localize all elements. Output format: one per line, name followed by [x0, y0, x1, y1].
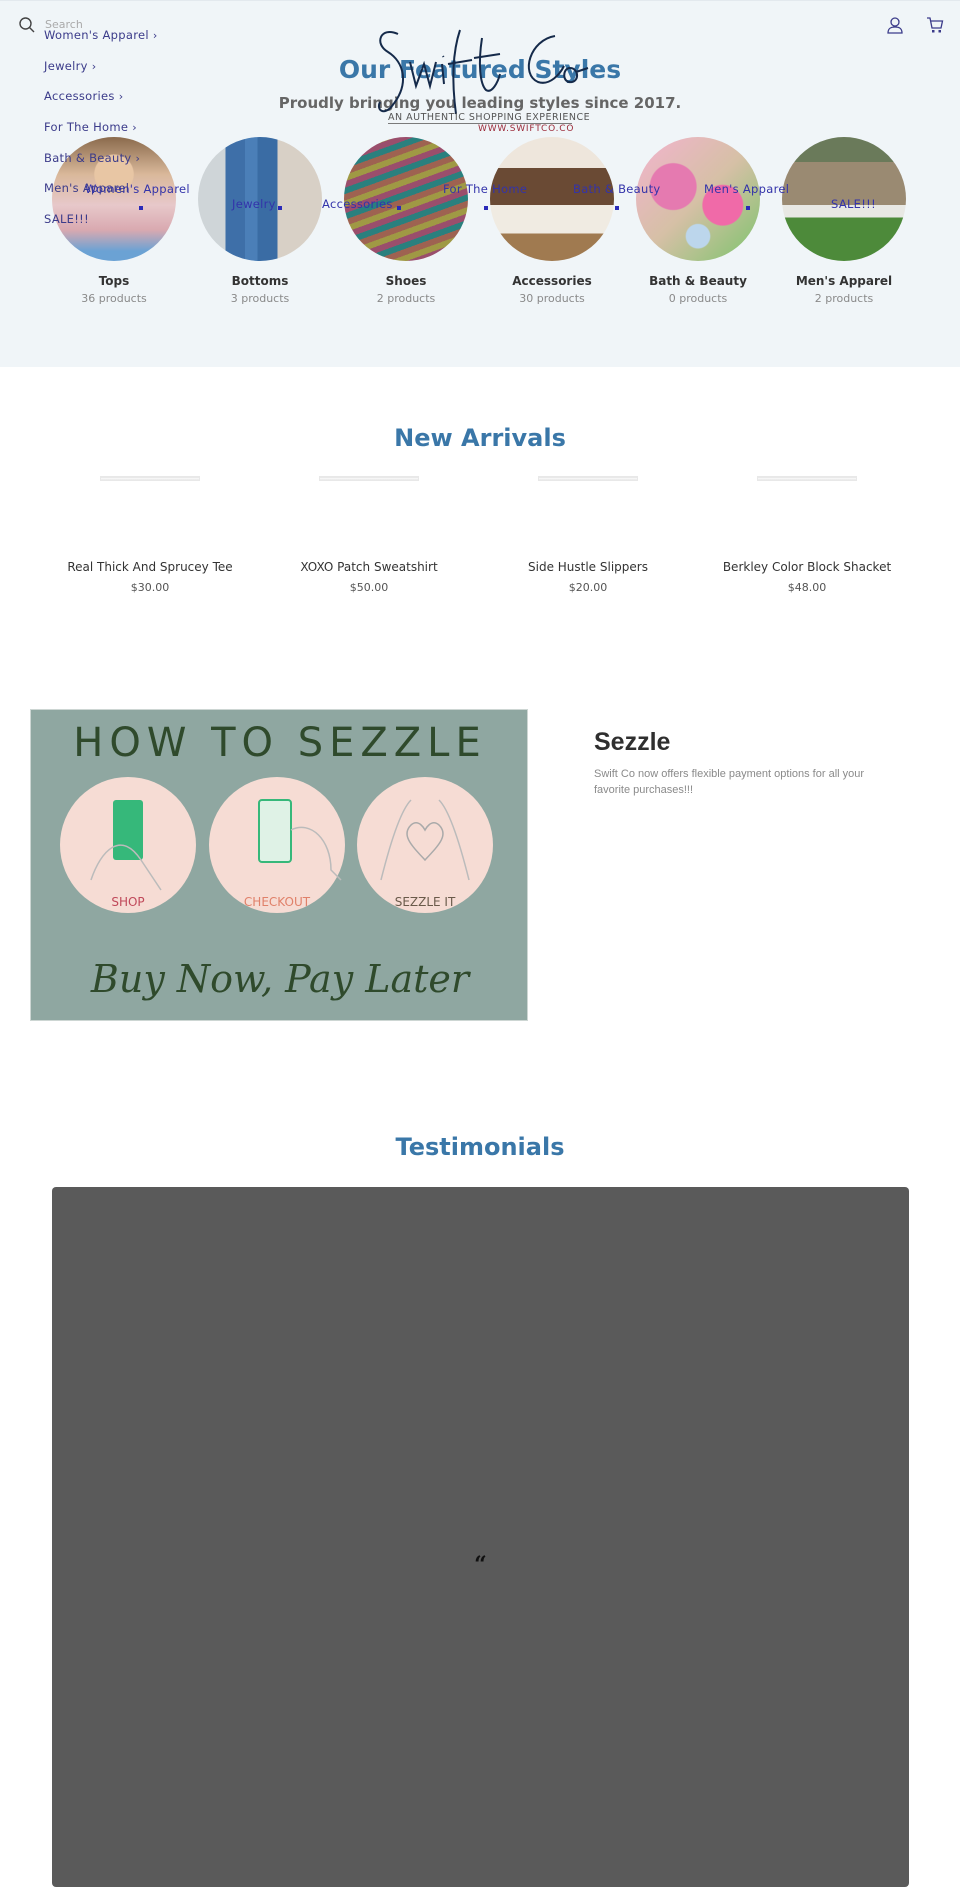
chevron-right-icon: › — [152, 29, 158, 42]
product-price: $20.00 — [568, 581, 608, 594]
hnav-item-for-the-home[interactable]: For The Home — [443, 182, 527, 196]
sezzle-heading: Sezzle — [594, 728, 671, 756]
cart-icon[interactable] — [926, 16, 944, 34]
collection-name: Bath & Beauty — [649, 274, 747, 288]
collection-accessories[interactable]: Accessories 30 products — [479, 137, 625, 305]
collection-image-bath-beauty — [636, 137, 760, 261]
collection-count: 30 products — [519, 292, 585, 305]
chevron-right-icon: › — [132, 121, 137, 135]
collection-bottoms[interactable]: Bottoms 3 products — [187, 137, 333, 305]
sezzle-image-title: HOW TO SEZZLE — [73, 720, 487, 766]
product-image — [538, 476, 638, 481]
nav-item-label: SALE!!! — [44, 212, 89, 227]
logo-url-text: WWW.SWIFTCO.CO — [478, 124, 575, 134]
nav-item-label: For The Home — [44, 120, 129, 135]
hnav-item-mens-apparel[interactable]: Men's Apparel — [704, 182, 789, 196]
product-name: Berkley Color Block Shacket — [722, 560, 892, 574]
collection-count: 3 products — [230, 292, 290, 305]
nav-item-accessories[interactable]: Accessories › — [44, 89, 158, 120]
how-to-sezzle-illustration-icon: HOW TO SEZZLE SHOP CHECKOUT SEZZLE IT Bu… — [60, 720, 493, 1001]
nav-item-label: Women's Apparel — [44, 28, 149, 42]
product-image — [100, 476, 200, 481]
product-price: $48.00 — [787, 581, 827, 594]
nav-item-label: Bath & Beauty — [44, 150, 132, 165]
product-name: Side Hustle Slippers — [528, 560, 648, 574]
logo-link[interactable]: AN AUTHENTIC SHOPPING EXPERIENCE WWW.SWI… — [370, 24, 610, 136]
testimonial-slider[interactable]: “ — [52, 1187, 909, 1887]
collection-name: Men's Apparel — [795, 274, 893, 288]
chevron-right-icon: › — [91, 59, 97, 73]
product-image — [319, 476, 419, 481]
nav-item-label: Accessories — [44, 89, 115, 104]
product-name: XOXO Patch Sweatshirt — [300, 560, 438, 574]
logo-tagline: AN AUTHENTIC SHOPPING EXPERIENCE — [388, 112, 591, 124]
collection-name: Accessories — [512, 274, 592, 288]
collection-name: Bottoms — [231, 274, 289, 288]
collection-count: 0 products — [668, 292, 728, 305]
collection-name: Tops — [98, 274, 130, 288]
sezzle-banner-image[interactable]: HOW TO SEZZLE SHOP CHECKOUT SEZZLE IT Bu… — [30, 709, 528, 1021]
product-price: $50.00 — [349, 581, 389, 594]
product-card[interactable]: XOXO Patch Sweatshirt $50.00 — [269, 476, 469, 594]
collection-name: Shoes — [385, 274, 427, 288]
product-card[interactable]: Real Thick And Sprucey Tee $30.00 — [50, 476, 250, 594]
chevron-right-icon: › — [118, 90, 124, 104]
quote-icon: “ — [474, 1552, 487, 1578]
hnav-item-womens-apparel[interactable]: Women's Apparel — [85, 182, 190, 196]
product-name: Real Thick And Sprucey Tee — [67, 560, 233, 574]
hnav-item-accessories[interactable]: Accessories — [322, 197, 393, 211]
hnav-item-jewelry[interactable]: Jewelry — [232, 197, 276, 211]
collection-bath-beauty[interactable]: Bath & Beauty 0 products — [625, 137, 771, 305]
testimonials-title: Testimonials — [395, 1133, 565, 1161]
product-price: $30.00 — [130, 581, 170, 594]
product-card[interactable]: Berkley Color Block Shacket $48.00 — [707, 476, 907, 594]
collection-count: 2 products — [814, 292, 874, 305]
collection-count: 2 products — [376, 292, 436, 305]
collection-shoes[interactable]: Shoes 2 products — [333, 137, 479, 305]
account-icon[interactable] — [886, 16, 904, 34]
hnav-item-sale[interactable]: SALE!!! — [831, 197, 876, 211]
sezzle-step: SEZZLE IT — [395, 895, 456, 909]
collection-image-accessories — [490, 137, 614, 261]
chevron-right-icon: › — [135, 151, 141, 165]
swift-co-logo-icon — [378, 29, 589, 115]
product-card[interactable]: Side Hustle Slippers $20.00 — [488, 476, 688, 594]
sezzle-step: SHOP — [111, 895, 144, 909]
nav-item-for-the-home[interactable]: For The Home › — [44, 120, 158, 151]
search-icon[interactable] — [18, 16, 36, 34]
collection-mens-apparel[interactable]: Men's Apparel 2 products — [771, 137, 917, 305]
sezzle-description: Swift Co now offers flexible payment opt… — [594, 768, 865, 796]
hnav-item-bath-beauty[interactable]: Bath & Beauty — [573, 182, 661, 196]
side-nav: Women's Apparel › Jewelry › Accessories › F… — [44, 28, 158, 243]
sezzle-step: CHECKOUT — [244, 895, 311, 909]
product-image — [757, 476, 857, 481]
nav-item-label: Jewelry — [44, 58, 88, 73]
nav-item-bath-beauty[interactable]: Bath & Beauty › — [44, 151, 158, 182]
nav-item-sale[interactable]: SALE!!! — [44, 212, 158, 243]
nav-item-jewelry[interactable]: Jewelry › — [44, 59, 158, 90]
nav-item-womens-apparel[interactable]: Women's Apparel › — [44, 28, 158, 59]
new-arrivals-title: New Arrivals — [394, 424, 566, 452]
collection-count: 36 products — [81, 292, 147, 305]
sezzle-image-footer: Buy Now, Pay Later — [90, 957, 472, 1001]
